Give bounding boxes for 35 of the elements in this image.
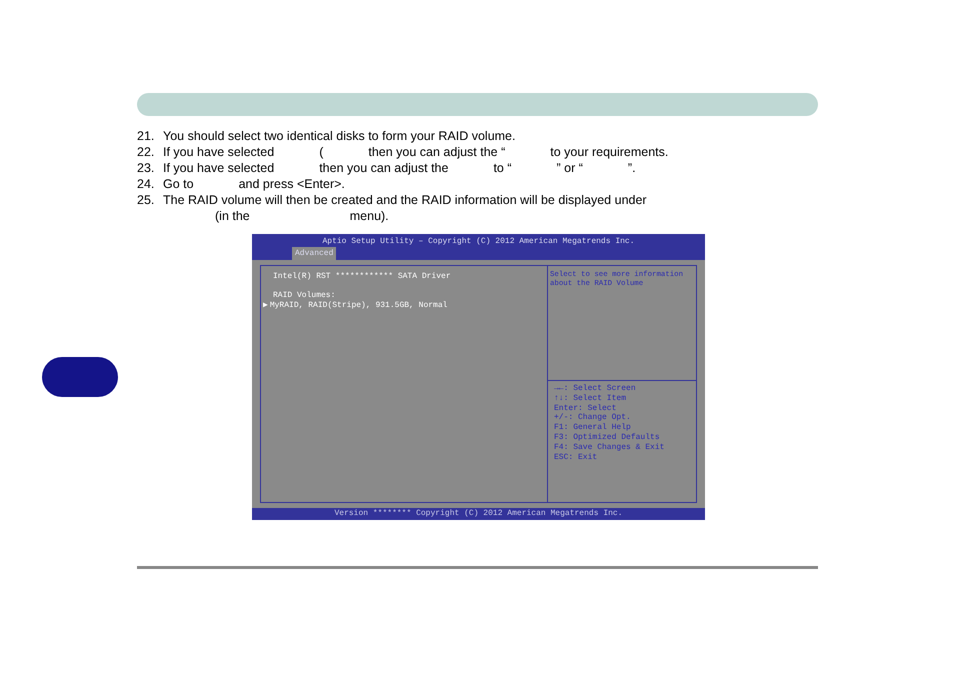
step-number: 25. (137, 192, 156, 208)
step-text: menu). (350, 208, 389, 224)
step-text: and press <Enter>. (238, 176, 345, 192)
key-hint: ESC: Exit (554, 452, 598, 462)
step-number: 24. (137, 176, 156, 192)
step-text: then you can adjust the (319, 160, 448, 176)
key-hint: →←: Select Screen (554, 384, 637, 394)
volumes-label: RAID Volumes: (272, 291, 336, 301)
key-hint: F3: Optimized Defaults (554, 432, 661, 443)
pointer-icon: ▶ (263, 301, 268, 310)
bios-footer: Version ******** Copyright (C) 2012 American Megatrends Inc. (252, 508, 705, 520)
driver-heading: Intel(R) RST ************ SATA Driver (272, 272, 452, 282)
step-text: Go to (163, 176, 194, 192)
key-hint: Enter: Select (554, 404, 618, 413)
step-text: ( (319, 144, 324, 160)
step-number: 23. (137, 160, 156, 176)
key-hint: F4: Save Changes & Exit (554, 442, 666, 453)
step-number: 22. (137, 144, 156, 160)
step-text: then you can adjust the “ (368, 144, 506, 160)
step-text: ” or “ (556, 160, 583, 176)
key-hint: ↑↓: Select Item (554, 394, 628, 404)
bios-tab[interactable]: Advanced (292, 247, 336, 260)
key-hint: +/-: Change Opt. (554, 413, 632, 423)
bios-title: Aptio Setup Utility – Copyright (C) 2012 American Megatrends Inc. (322, 236, 635, 247)
step-text: The RAID volume will then be created and the RAID information will be displayed under (163, 192, 647, 208)
step-text: (in the (215, 208, 250, 224)
raid-volume-item[interactable]: MyRAID, RAID(Stripe), 931.5GB, Normal (270, 301, 448, 310)
key-hint: F1: General Help (554, 423, 632, 433)
step-number: 21. (137, 128, 156, 144)
step-text: You should select two identical disks to form your RAID volume. (163, 128, 516, 144)
step-text: If you have selected (163, 144, 274, 160)
step-text: to your requirements. (550, 144, 668, 160)
step-text: If you have selected (163, 160, 274, 176)
step-text: ”. (628, 160, 636, 176)
step-text: to “ (493, 160, 512, 176)
